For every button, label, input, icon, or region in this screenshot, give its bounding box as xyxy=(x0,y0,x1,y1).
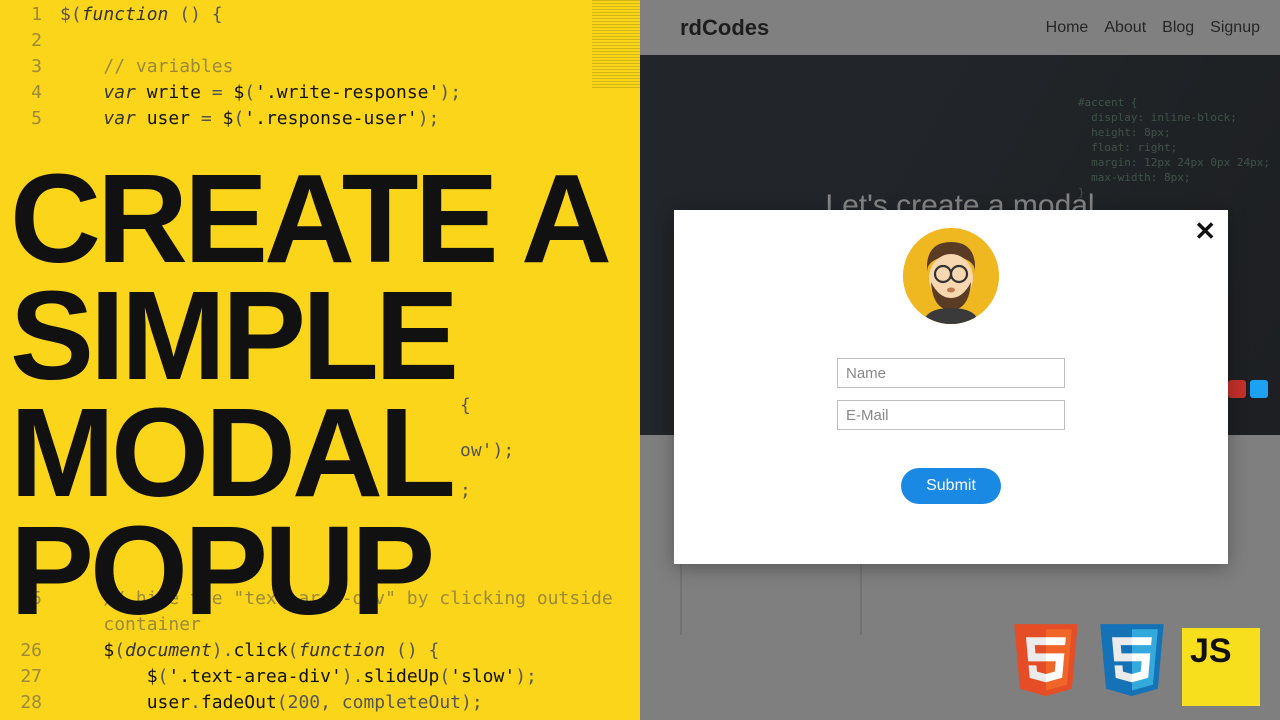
headline-line-3: MODAL xyxy=(10,394,608,511)
badge-icon xyxy=(1228,380,1246,398)
js-icon: JS xyxy=(1182,628,1260,706)
email-input[interactable] xyxy=(837,400,1065,430)
avatar-illustration xyxy=(903,228,999,324)
headline-line-2: SIMPLE xyxy=(10,277,608,394)
modal-popup: ✕ xyxy=(674,210,1228,564)
js-label: JS xyxy=(1190,632,1232,670)
badge-icon xyxy=(1250,380,1268,398)
minimap xyxy=(592,0,640,90)
code-editor: 1$(function () {23 // variables4 var wri… xyxy=(0,0,640,132)
close-icon[interactable]: ✕ xyxy=(1194,218,1216,244)
html5-icon xyxy=(1010,624,1082,706)
headline-line-4: POPUP xyxy=(10,512,608,629)
right-browser-panel: rdCodes Home About Blog Signup #accent {… xyxy=(640,0,1280,720)
modal-form: Submit xyxy=(837,358,1065,504)
name-input[interactable] xyxy=(837,358,1065,388)
left-code-panel: 1$(function () {23 // variables4 var wri… xyxy=(0,0,640,720)
css3-icon xyxy=(1096,624,1168,706)
submit-button[interactable]: Submit xyxy=(901,468,1001,504)
headline: CREATE A SIMPLE MODAL POPUP xyxy=(10,160,608,629)
tech-badges: JS xyxy=(1010,624,1260,706)
avatar xyxy=(903,228,999,324)
headline-line-1: CREATE A xyxy=(10,160,608,277)
